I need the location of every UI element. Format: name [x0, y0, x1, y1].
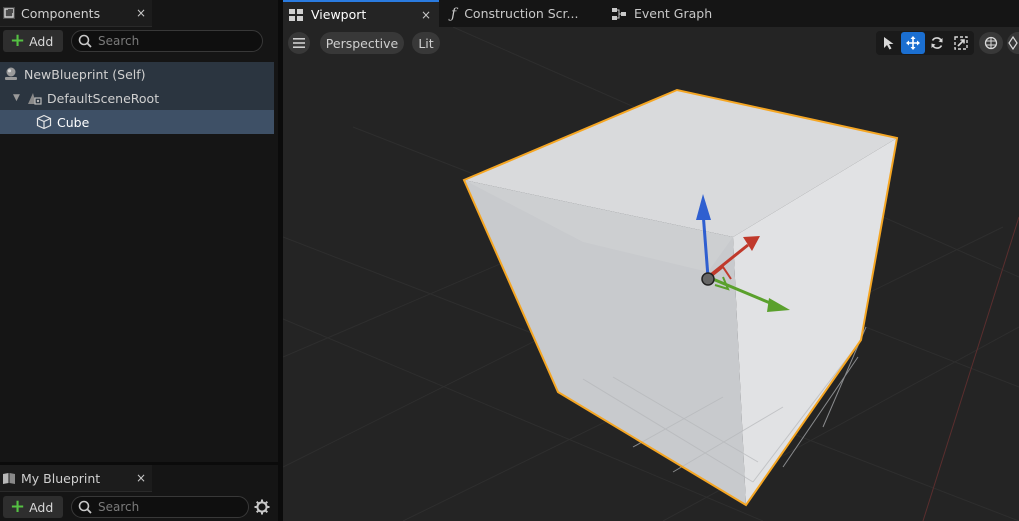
gizmo-pivot[interactable]: [701, 272, 715, 286]
left-column: Components × + Add NewBluepri: [0, 0, 280, 521]
tab-construction-label: Construction Scr...: [464, 6, 579, 21]
tree-item-label: DefaultSceneRoot: [47, 90, 160, 106]
snap-icon: [1008, 36, 1018, 50]
viewport-grid-icon: [289, 8, 303, 21]
viewport-scene[interactable]: [283, 27, 1019, 521]
function-icon: ƒ: [451, 5, 457, 22]
translate-tool[interactable]: [901, 32, 925, 54]
plus-icon: +: [10, 30, 26, 51]
tree-item-label: NewBlueprint (Self): [24, 66, 146, 82]
tab-event-graph[interactable]: Event Graph: [612, 0, 742, 27]
cube-mesh[interactable]: [462, 88, 899, 507]
perspective-button[interactable]: Perspective: [320, 32, 404, 54]
my-blueprint-toolbar: + Add: [0, 493, 270, 521]
components-search[interactable]: [71, 30, 263, 52]
editor-tab-bar: Viewport × ƒ Construction Scr... Event G…: [283, 0, 1019, 27]
my-blueprint-close-icon[interactable]: ×: [130, 471, 152, 485]
world-space-toggle[interactable]: [979, 32, 1003, 54]
components-toolbar: + Add: [0, 27, 263, 55]
tree-item-scene-root[interactable]: ▼ DefaultSceneRoot: [0, 86, 274, 110]
viewport-close-icon[interactable]: ×: [421, 8, 431, 22]
tree-item-label: Cube: [57, 114, 90, 130]
book-icon: [3, 473, 15, 484]
components-close-icon[interactable]: ×: [130, 6, 152, 20]
my-blueprint-tab[interactable]: My Blueprint ×: [0, 465, 152, 492]
rotate-icon: [931, 37, 943, 49]
world-space-icon: [984, 36, 998, 50]
search-icon: [78, 34, 92, 48]
rotate-tool[interactable]: [925, 32, 949, 54]
components-tab-title: Components: [21, 5, 101, 21]
scale-tool[interactable]: [949, 32, 973, 54]
my-blueprint-tab-title: My Blueprint: [21, 470, 101, 486]
transform-tool-group: [876, 31, 974, 55]
tab-construction-script[interactable]: ƒ Construction Scr...: [451, 0, 599, 27]
hamburger-icon: [293, 38, 305, 48]
component-tree: NewBlueprint (Self) ▼ DefaultSceneRoot C…: [0, 62, 274, 134]
surface-snap-toggle[interactable]: [1007, 32, 1019, 54]
transform-toolbar: [876, 31, 1019, 55]
my-blueprint-add-button[interactable]: + Add: [3, 496, 63, 518]
tab-viewport[interactable]: Viewport ×: [283, 0, 439, 27]
expand-arrow-icon[interactable]: ▼: [13, 93, 23, 103]
tab-viewport-label: Viewport: [311, 7, 367, 22]
components-search-input[interactable]: [98, 34, 248, 48]
tab-event-graph-label: Event Graph: [634, 6, 713, 21]
viewport[interactable]: Perspective Lit: [283, 27, 1019, 521]
plus-icon: +: [10, 496, 26, 517]
my-blueprint-search-input[interactable]: [98, 500, 248, 514]
scene-root-icon: [26, 90, 42, 106]
my-blueprint-add-label: Add: [29, 499, 54, 515]
components-icon: [3, 7, 15, 19]
components-add-button[interactable]: + Add: [3, 30, 63, 52]
components-add-label: Add: [29, 33, 54, 49]
actor-icon: [3, 66, 19, 82]
translate-icon: [906, 36, 920, 50]
event-graph-icon: [612, 7, 626, 20]
my-blueprint-search[interactable]: [71, 496, 249, 518]
lit-mode-button[interactable]: Lit: [412, 32, 440, 54]
tree-item-self[interactable]: NewBlueprint (Self): [0, 62, 274, 86]
select-tool[interactable]: [877, 32, 901, 54]
components-tab[interactable]: Components ×: [0, 0, 152, 27]
tree-item-cube[interactable]: Cube: [0, 110, 274, 134]
x-axis-line: [922, 216, 1019, 521]
search-icon: [78, 500, 92, 514]
cube-icon: [36, 114, 52, 130]
select-icon: [884, 37, 894, 50]
gear-icon[interactable]: [254, 499, 270, 515]
viewport-menu-button[interactable]: [288, 32, 310, 54]
scale-icon: [954, 36, 968, 50]
